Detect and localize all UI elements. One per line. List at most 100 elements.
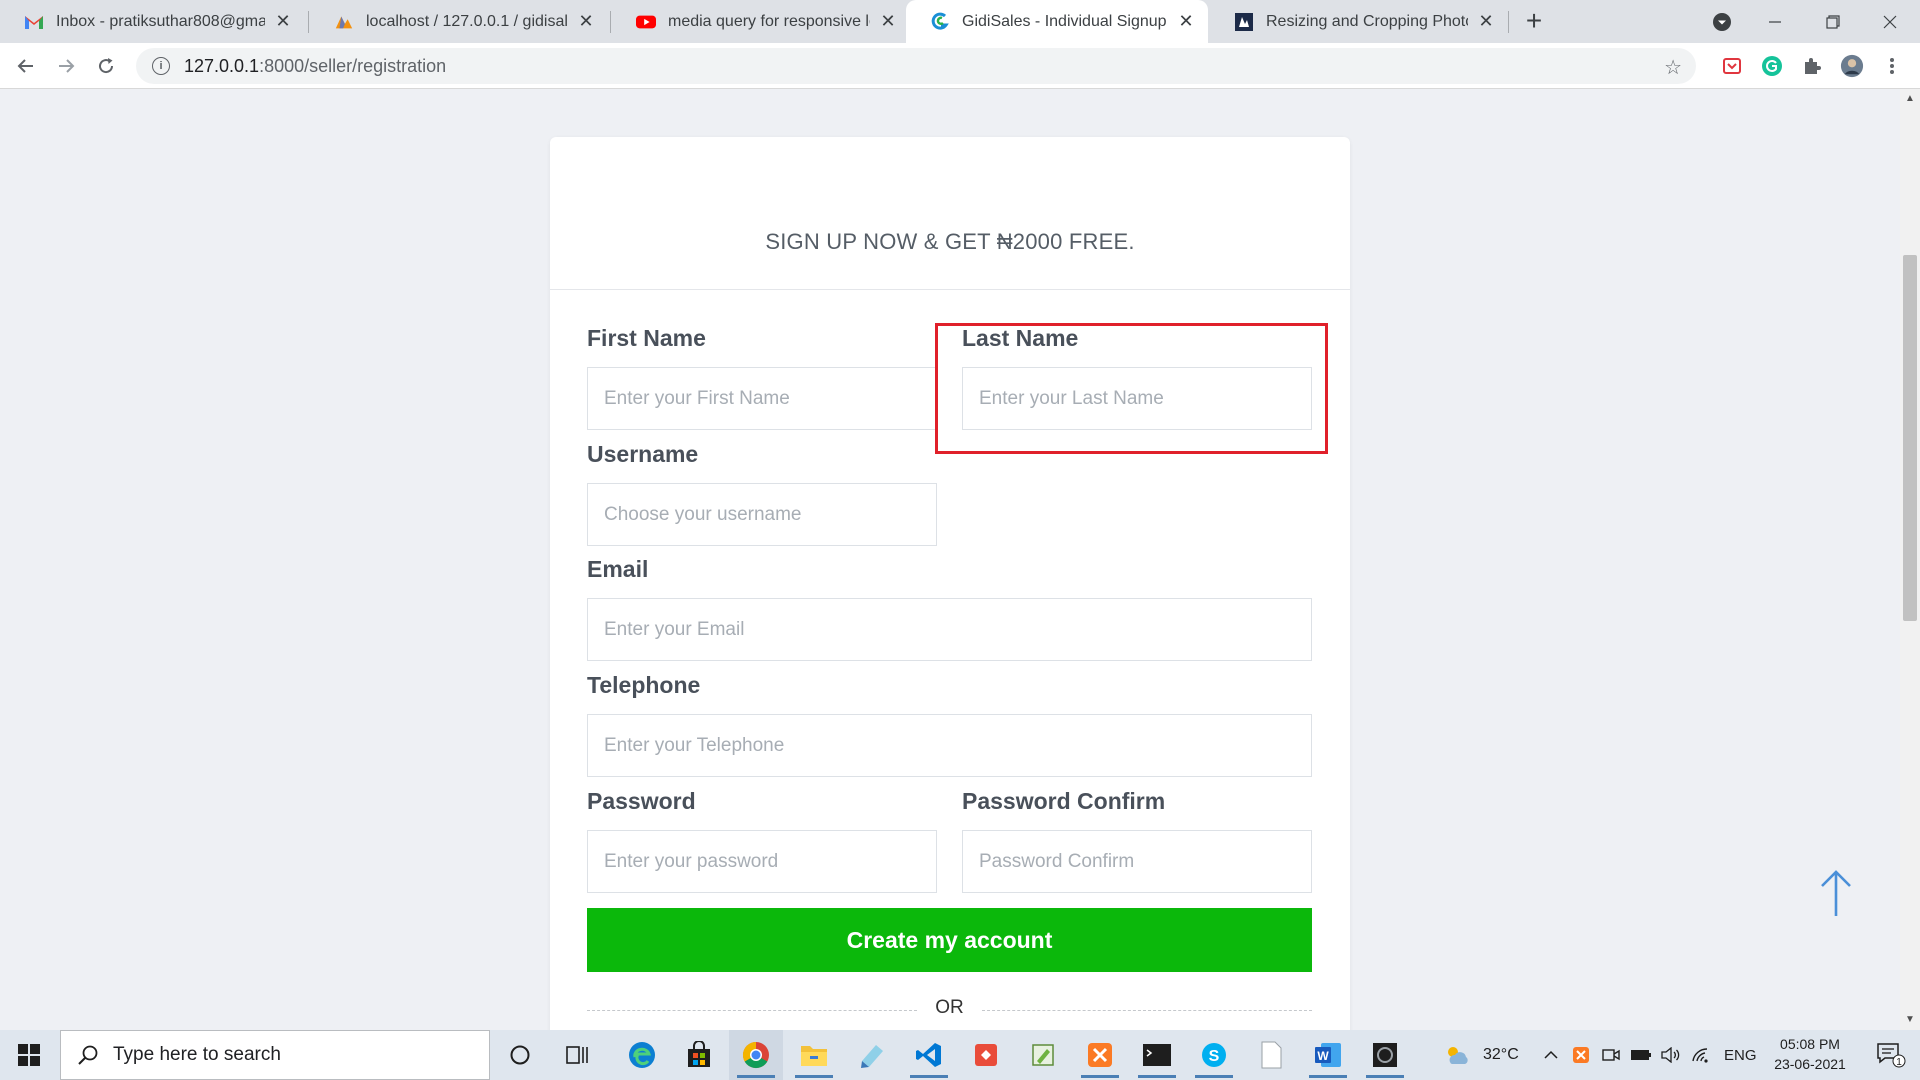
- tab-separator: [308, 11, 309, 33]
- tab-youtube[interactable]: media query for responsive logo ✕: [612, 0, 910, 43]
- password-input[interactable]: [587, 830, 937, 893]
- address-bar[interactable]: i 127.0.0.1:8000/seller/registration ☆: [136, 48, 1696, 84]
- grammarly-extension-icon[interactable]: [1760, 54, 1784, 78]
- browser-menu-icon[interactable]: [1880, 54, 1904, 78]
- svg-text:S: S: [1209, 1048, 1220, 1065]
- site-info-icon[interactable]: i: [152, 57, 170, 75]
- wifi-icon[interactable]: [1688, 1030, 1714, 1080]
- password-confirm-input[interactable]: [962, 830, 1312, 893]
- git-icon[interactable]: [959, 1030, 1013, 1080]
- signup-card: SIGN UP NOW & GET ₦2000 FREE. First Name…: [550, 137, 1350, 1030]
- close-tab-icon[interactable]: ✕: [273, 11, 293, 32]
- terminal-icon[interactable]: [1130, 1030, 1184, 1080]
- file-explorer-icon[interactable]: [787, 1030, 841, 1080]
- signup-heading: SIGN UP NOW & GET ₦2000 FREE.: [765, 229, 1135, 254]
- reload-icon[interactable]: [90, 50, 122, 82]
- edge-browser-icon[interactable]: [615, 1030, 669, 1080]
- url-host: 127.0.0.1: [184, 55, 260, 76]
- taskbar-clock[interactable]: 05:08 PM 23-06-2021: [1760, 1034, 1860, 1074]
- email-input[interactable]: [587, 598, 1312, 661]
- restore-icon[interactable]: [1803, 0, 1863, 43]
- notepad-plus-icon[interactable]: [845, 1030, 899, 1080]
- word-icon[interactable]: W: [1301, 1030, 1355, 1080]
- chrome-taskbar-icon[interactable]: [729, 1030, 783, 1080]
- password-label: Password: [587, 788, 696, 814]
- clock-date: 23-06-2021: [1774, 1056, 1846, 1072]
- notification-count: 1: [1896, 1057, 1902, 1068]
- close-tab-icon[interactable]: ✕: [1476, 11, 1496, 32]
- blank-document-icon[interactable]: [1244, 1030, 1298, 1080]
- clock-time: 05:08 PM: [1780, 1036, 1840, 1052]
- skype-icon[interactable]: S: [1187, 1030, 1241, 1080]
- cortana-icon[interactable]: [493, 1030, 547, 1080]
- tab-separator: [610, 11, 611, 33]
- volume-icon[interactable]: [1658, 1030, 1684, 1080]
- or-divider: OR: [587, 997, 1312, 1021]
- windows-start-icon[interactable]: [2, 1030, 56, 1080]
- xampp-icon[interactable]: [1073, 1030, 1127, 1080]
- tab-resizing-photos[interactable]: Resizing and Cropping Photos Us ✕: [1210, 0, 1508, 43]
- tab-title: localhost / 127.0.0.1 / gidisales /: [366, 12, 568, 30]
- back-arrow-icon[interactable]: [10, 50, 42, 82]
- profile-avatar[interactable]: [1840, 54, 1864, 78]
- battery-icon[interactable]: [1627, 1030, 1655, 1080]
- close-tab-icon[interactable]: ✕: [878, 11, 898, 32]
- vscode-icon[interactable]: [902, 1030, 956, 1080]
- or-text: OR: [935, 997, 964, 1018]
- scroll-up-arrow-icon[interactable]: ▲: [1903, 93, 1917, 104]
- weather-icon[interactable]: [1440, 1030, 1474, 1080]
- username-label: Username: [587, 441, 699, 467]
- first-name-input[interactable]: [587, 367, 937, 430]
- minimize-icon[interactable]: [1745, 0, 1805, 43]
- telephone-input[interactable]: [587, 714, 1312, 777]
- svg-text:W: W: [1317, 1049, 1329, 1063]
- search-placeholder: Type here to search: [113, 1044, 281, 1065]
- notification-center-icon[interactable]: 1: [1866, 1030, 1916, 1080]
- telephone-label: Telephone: [587, 672, 701, 698]
- taskbar-search-box[interactable]: Type here to search: [60, 1030, 490, 1080]
- last-name-input[interactable]: [962, 367, 1312, 430]
- tab-separator: [1508, 11, 1509, 33]
- username-input[interactable]: [587, 483, 937, 546]
- first-name-label: First Name: [587, 325, 706, 351]
- language-indicator[interactable]: ENG: [1724, 1030, 1757, 1080]
- tab-title: Inbox - pratiksuthar808@gmail.c: [56, 12, 265, 30]
- tab-phpmyadmin[interactable]: localhost / 127.0.0.1 / gidisales / ✕: [310, 0, 608, 43]
- email-label: Email: [587, 556, 649, 582]
- xampp-tray-icon[interactable]: [1568, 1030, 1594, 1080]
- forward-arrow-icon[interactable]: [50, 50, 82, 82]
- notepad-edit-icon[interactable]: [1016, 1030, 1070, 1080]
- close-tab-icon[interactable]: ✕: [1176, 11, 1196, 32]
- gmail-icon: [24, 12, 44, 32]
- tab-title: Resizing and Cropping Photos Us: [1266, 12, 1468, 30]
- tab-title: GidiSales - Individual Signup: [962, 12, 1167, 30]
- tab-gidisales-active[interactable]: GidiSales - Individual Signup ✕: [906, 0, 1208, 43]
- scrollbar-thumb[interactable]: [1903, 255, 1917, 621]
- bookmark-star-icon[interactable]: ☆: [1664, 55, 1682, 80]
- card-header: SIGN UP NOW & GET ₦2000 FREE.: [550, 137, 1350, 290]
- extensions-puzzle-icon[interactable]: [1800, 54, 1824, 78]
- weather-temperature[interactable]: 32°C: [1483, 1030, 1519, 1080]
- tab-title: media query for responsive logo: [668, 12, 870, 30]
- store-icon[interactable]: [672, 1030, 726, 1080]
- browser-tab-strip: Inbox - pratiksuthar808@gmail.c ✕ localh…: [0, 0, 1920, 43]
- last-name-label: Last Name: [962, 325, 1079, 351]
- back-to-top-arrow-icon[interactable]: [1818, 868, 1854, 918]
- task-view-icon[interactable]: [551, 1030, 605, 1080]
- obs-recorder-icon[interactable]: [1358, 1030, 1412, 1080]
- scroll-down-arrow-icon[interactable]: ▼: [1903, 1014, 1917, 1025]
- page-viewport: SIGN UP NOW & GET ₦2000 FREE. First Name…: [0, 89, 1920, 1030]
- meet-now-icon[interactable]: [1598, 1030, 1624, 1080]
- tab-gmail[interactable]: Inbox - pratiksuthar808@gmail.c ✕: [0, 0, 305, 43]
- site-icon: [1234, 12, 1254, 32]
- gidisales-icon: [930, 12, 950, 32]
- close-tab-icon[interactable]: ✕: [576, 11, 596, 32]
- windows-taskbar: Type here to search S W 32°C ENG 05:08 P…: [0, 1030, 1920, 1080]
- create-account-button[interactable]: Create my account: [587, 908, 1312, 972]
- close-window-icon[interactable]: [1860, 0, 1920, 43]
- youtube-icon: [636, 12, 656, 32]
- pocket-extension-icon[interactable]: [1720, 54, 1744, 78]
- tab-search-icon[interactable]: [1692, 0, 1752, 43]
- new-tab-button[interactable]: +: [1518, 6, 1550, 38]
- tray-chevron-up-icon[interactable]: [1538, 1030, 1564, 1080]
